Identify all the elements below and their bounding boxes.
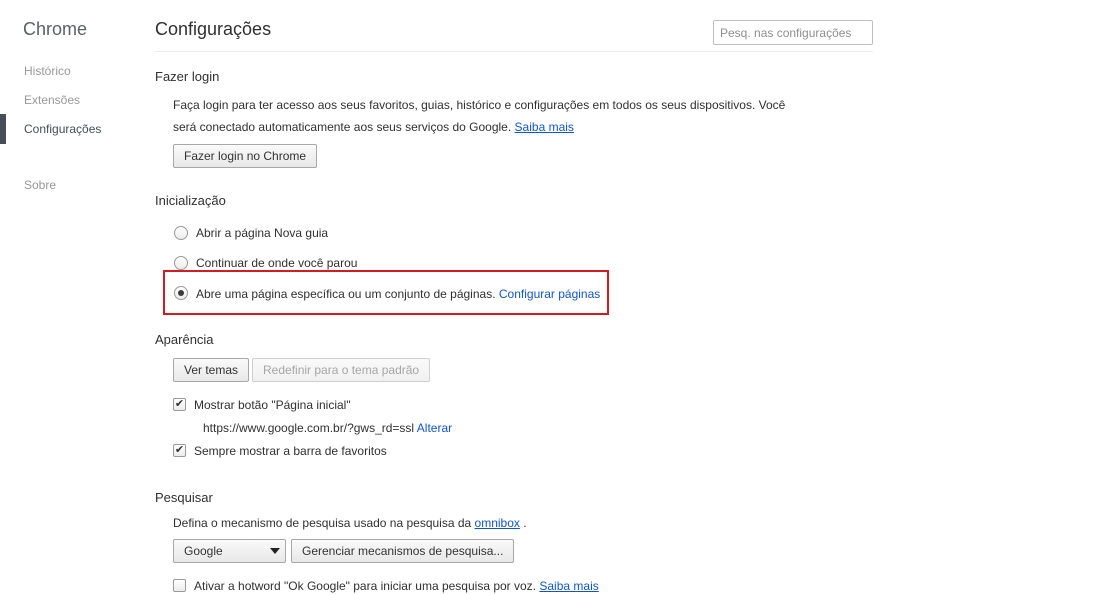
checkmark-icon: ✔ <box>174 398 185 410</box>
search-description-text: Defina o mecanismo de pesquisa usado na … <box>173 516 472 530</box>
change-home-link[interactable]: Alterar <box>417 421 452 435</box>
startup-option-new-tab-label[interactable]: Abrir a página Nova guia <box>196 226 328 240</box>
section-title-startup: Inicialização <box>155 193 226 208</box>
hotword-row: Ativar a hotword "Ok Google" para inicia… <box>194 579 599 593</box>
section-title-signin: Fazer login <box>155 69 220 84</box>
header-divider <box>155 51 873 52</box>
omnibox-link[interactable]: omnibox <box>475 516 520 530</box>
section-title-appearance: Aparência <box>155 332 214 347</box>
configure-pages-link[interactable]: Configurar páginas <box>499 287 600 301</box>
signin-learn-more-link[interactable]: Saiba mais <box>515 120 574 134</box>
hotword-learn-more-link[interactable]: Saiba mais <box>539 579 598 593</box>
checkmark-icon: ✔ <box>174 444 185 456</box>
signin-chrome-button[interactable]: Fazer login no Chrome <box>173 144 318 168</box>
search-engine-selected-value: Google <box>184 544 223 558</box>
home-url-row: https://www.google.com.br/?gws_rd=ssl Al… <box>203 421 452 435</box>
search-settings-input[interactable] <box>713 20 873 45</box>
show-bookmarks-checkbox[interactable]: ✔ <box>173 444 186 457</box>
signin-description-line1: Faça login para ter acesso aos seus favo… <box>173 98 786 112</box>
sidebar-item-settings[interactable]: Configurações <box>24 122 101 136</box>
dropdown-arrow-icon <box>270 548 280 554</box>
signin-description-line2: será conectado automaticamente aos seus … <box>173 120 574 134</box>
manage-search-engines-button[interactable]: Gerenciar mecanismos de pesquisa... <box>291 539 515 563</box>
hotword-checkbox[interactable] <box>173 579 186 592</box>
startup-option-continue-label[interactable]: Continuar de onde você parou <box>196 256 357 270</box>
selected-nav-indicator <box>0 114 6 144</box>
show-bookmarks-label[interactable]: Sempre mostrar a barra de favoritos <box>194 444 387 458</box>
startup-radio-continue[interactable] <box>174 256 188 270</box>
sidebar-item-extensions[interactable]: Extensões <box>24 93 80 107</box>
view-themes-button[interactable]: Ver temas <box>173 358 250 382</box>
search-description-period: . <box>523 516 527 530</box>
search-engine-select[interactable]: Google <box>173 539 286 563</box>
search-description: Defina o mecanismo de pesquisa usado na … <box>173 516 527 530</box>
reset-theme-button[interactable]: Redefinir para o tema padrão <box>252 358 431 382</box>
hotword-label[interactable]: Ativar a hotword "Ok Google" para inicia… <box>194 579 536 593</box>
section-title-search: Pesquisar <box>155 490 213 505</box>
app-title: Chrome <box>23 19 88 39</box>
show-home-label[interactable]: Mostrar botão "Página inicial" <box>194 398 351 412</box>
page-title: Configurações <box>155 19 272 39</box>
show-home-checkbox[interactable]: ✔ <box>173 398 186 411</box>
startup-radio-new-tab[interactable] <box>174 226 188 240</box>
startup-option-specific-pages: Abre uma página específica ou um conjunt… <box>196 287 600 301</box>
signin-description-text: será conectado automaticamente aos seus … <box>173 120 512 134</box>
sidebar-item-history[interactable]: Histórico <box>24 64 71 78</box>
home-url-text: https://www.google.com.br/?gws_rd=ssl <box>203 421 415 435</box>
startup-option-specific-pages-label[interactable]: Abre uma página específica ou um conjunt… <box>196 287 496 301</box>
sidebar-item-about[interactable]: Sobre <box>24 178 56 192</box>
startup-radio-specific-pages[interactable] <box>174 286 188 300</box>
